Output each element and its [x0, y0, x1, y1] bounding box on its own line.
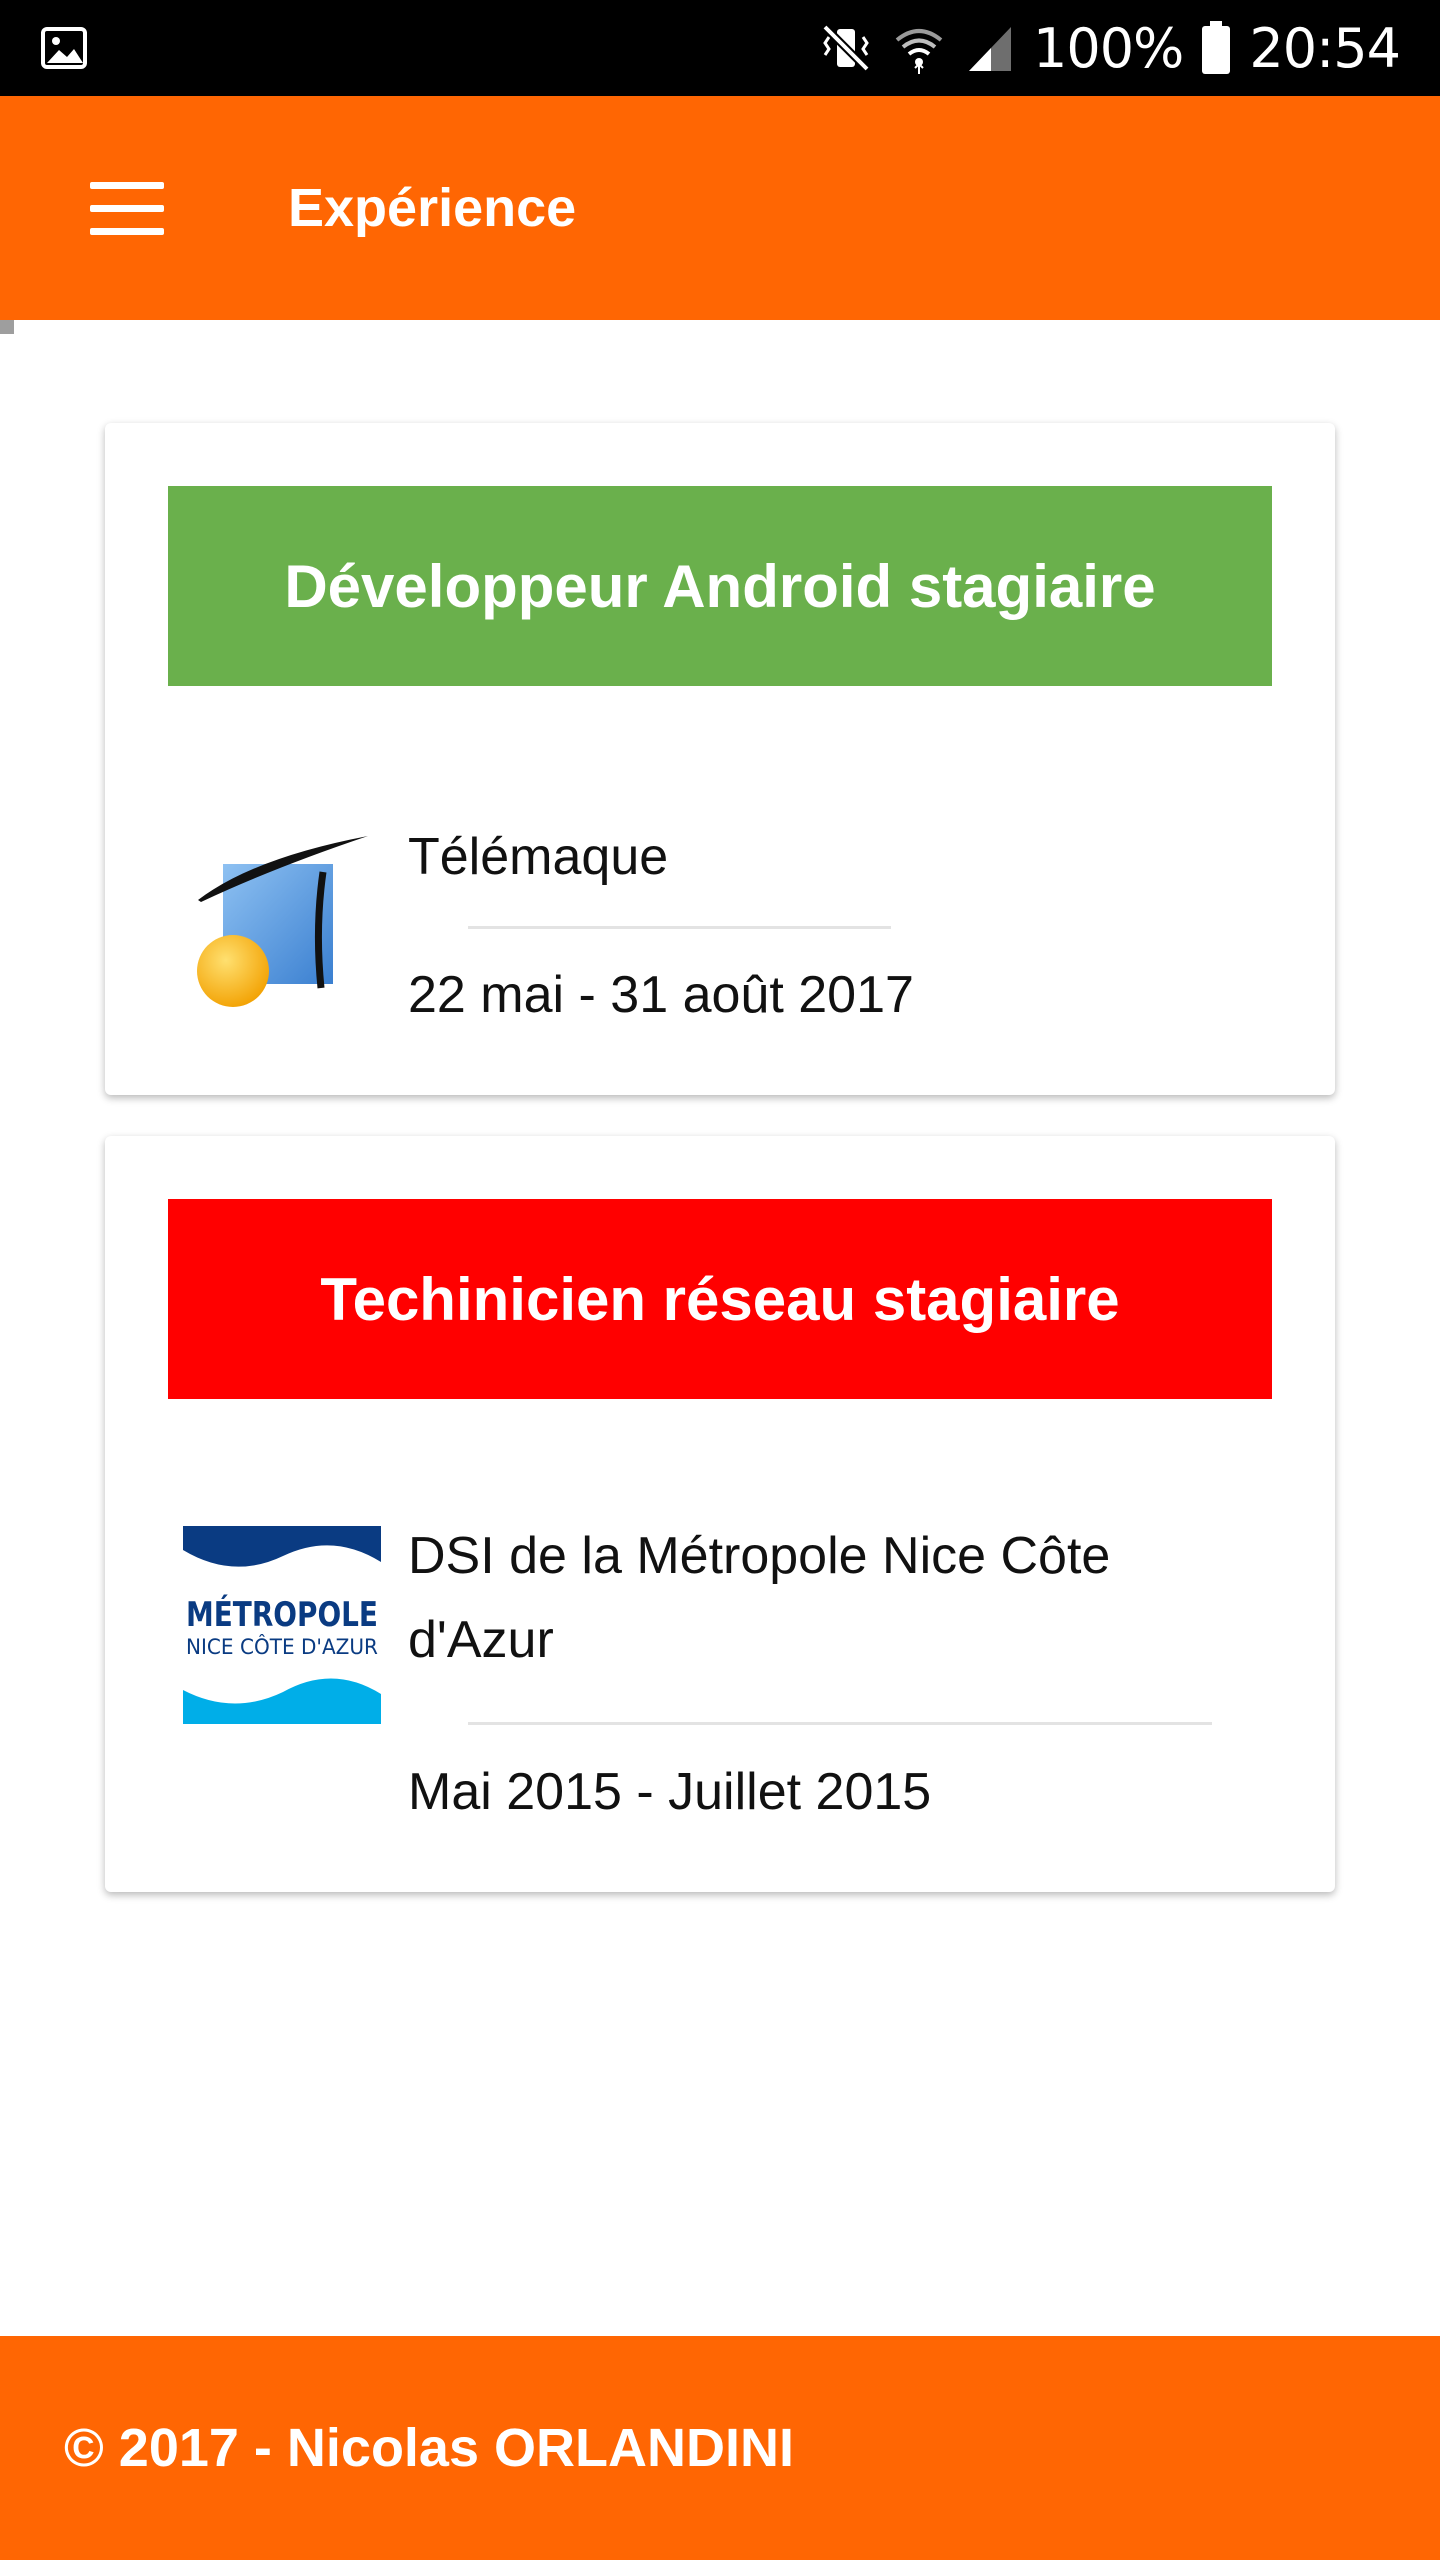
- company-name: DSI de la Métropole Nice Côte d'Azur: [408, 1527, 1111, 1669]
- scroll-edge-indicator: [0, 320, 14, 334]
- employment-dates: Mai 2015 - Juillet 2015: [408, 1763, 932, 1821]
- employment-dates: 22 mai - 31 août 2017: [408, 966, 914, 1024]
- menu-icon[interactable]: [72, 160, 184, 256]
- page-title: Expérience: [288, 178, 577, 238]
- gallery-notification-icon: [41, 27, 87, 69]
- wifi-icon: [895, 29, 943, 74]
- divider: [468, 926, 891, 929]
- job-title-banner: Développeur Android stagiaire: [168, 486, 1272, 686]
- telemaque-logo: [197, 836, 368, 1007]
- battery-icon: [1202, 21, 1231, 74]
- job-title-banner: Techinicien réseau stagiaire: [168, 1199, 1272, 1399]
- battery-percentage: 100%: [1032, 16, 1184, 80]
- metropole-logo-text: MÉTROPOLE: [186, 1594, 378, 1635]
- vibrate-mute-icon: [822, 24, 870, 72]
- experience-card[interactable]: Développeur Android stagiaire Télémaque …: [105, 423, 1335, 1095]
- cell-signal-icon: [968, 27, 1011, 71]
- company-name: Télémaque: [408, 828, 669, 886]
- metropole-logo-subtext: NICE CÔTE D'AZUR: [186, 1634, 378, 1659]
- copyright-text: © 2017 - Nicolas ORLANDINI: [64, 2418, 794, 2478]
- experience-card[interactable]: Techinicien réseau stagiaire MÉTROPOLE N…: [105, 1136, 1335, 1892]
- status-bar: 100% 20:54: [0, 0, 1440, 96]
- metropole-logo: MÉTROPOLE NICE CÔTE D'AZUR: [183, 1526, 381, 1724]
- divider: [468, 1722, 1212, 1725]
- app-bar: Expérience: [0, 96, 1440, 320]
- clock: 20:54: [1249, 16, 1401, 80]
- status-icons: 100% 20:54: [819, 0, 1401, 96]
- footer: © 2017 - Nicolas ORLANDINI: [0, 2336, 1440, 2560]
